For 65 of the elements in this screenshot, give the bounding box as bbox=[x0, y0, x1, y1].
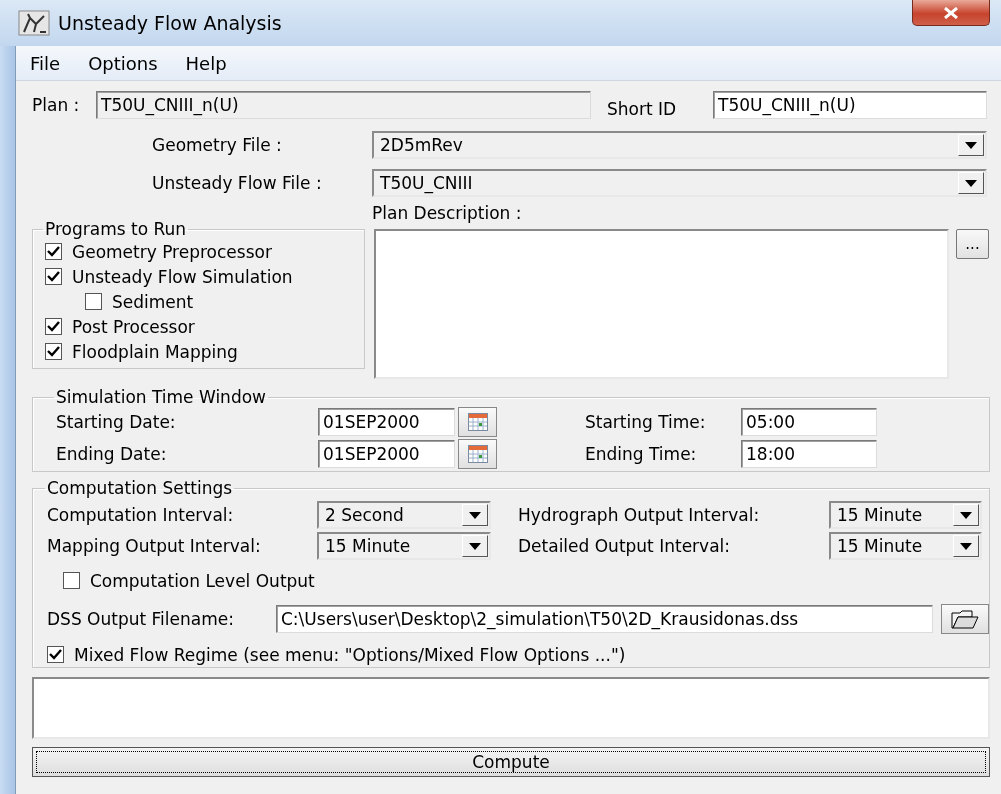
date-field[interactable]: 01SEP2000 bbox=[318, 440, 455, 468]
checkbox[interactable] bbox=[45, 343, 62, 360]
field-label: Starting Time: bbox=[585, 412, 707, 432]
caret-icon bbox=[965, 141, 977, 149]
checkbox-label: Computation Level Output bbox=[90, 570, 315, 591]
dropdown[interactable]: T50U_CNIII bbox=[372, 169, 987, 197]
dropdown[interactable]: 15 Minute bbox=[829, 532, 982, 560]
date-field[interactable]: 01SEP2000 bbox=[318, 408, 455, 436]
folder-icon bbox=[951, 608, 979, 630]
checkbox[interactable] bbox=[63, 572, 80, 589]
caret-icon bbox=[469, 511, 481, 519]
close-icon bbox=[943, 6, 959, 19]
window-title: Unsteady Flow Analysis bbox=[58, 12, 282, 34]
menu-item[interactable]: File bbox=[16, 52, 75, 74]
field-label: Computation Interval: bbox=[47, 505, 235, 525]
menu-item[interactable]: Help bbox=[171, 52, 241, 74]
checkbox[interactable] bbox=[85, 293, 102, 310]
calendar-button[interactable] bbox=[458, 407, 497, 437]
calendar-icon bbox=[467, 413, 488, 431]
group-title: Programs to Run bbox=[44, 219, 188, 239]
field-label: Mapping Output Interval: bbox=[47, 536, 262, 556]
group-title: Computation Settings bbox=[46, 478, 234, 498]
filename-field[interactable]: C:\Users\user\Desktop\2_simulation\T50\2D_Krausidonas.dss bbox=[276, 605, 933, 633]
caret-icon bbox=[960, 511, 972, 519]
time-field[interactable]: 18:00 bbox=[741, 440, 877, 468]
field-label: Detailed Output Interval: bbox=[518, 536, 732, 556]
field-label: Short ID bbox=[607, 98, 678, 119]
group-title: Simulation Time Window bbox=[55, 387, 267, 407]
checkbox-label: Post Processor bbox=[72, 316, 195, 337]
field-label: Ending Date: bbox=[56, 444, 168, 464]
checkbox-label: Sediment bbox=[112, 291, 194, 312]
dropdown[interactable]: 15 Minute bbox=[829, 501, 982, 529]
field-label: Plan : bbox=[32, 95, 81, 115]
field-label: Starting Date: bbox=[56, 412, 177, 432]
calendar-icon bbox=[467, 445, 488, 463]
browse-button[interactable]: ... bbox=[956, 229, 989, 259]
field-label: DSS Output Filename: bbox=[47, 609, 235, 629]
short-id-field[interactable]: T50U_CNIII_n(U) bbox=[713, 91, 987, 119]
calendar-button[interactable] bbox=[458, 439, 497, 469]
field-label: Plan Description : bbox=[372, 203, 523, 225]
dropdown[interactable]: 2 Second bbox=[317, 501, 491, 529]
compute-button[interactable]: Compute bbox=[32, 747, 990, 777]
checkbox[interactable] bbox=[45, 318, 62, 335]
field-label: Hydrograph Output Interval: bbox=[518, 505, 761, 525]
checkbox[interactable] bbox=[47, 646, 64, 663]
folder-button[interactable] bbox=[941, 604, 989, 634]
checkbox-label: Geometry Preprocessor bbox=[72, 241, 272, 262]
checkbox-label: Mixed Flow Regime (see menu: "Options/Mixed Flow Options ...") bbox=[74, 644, 626, 665]
field-label: Geometry File : bbox=[152, 135, 282, 155]
caret-icon bbox=[469, 542, 481, 550]
checkbox[interactable] bbox=[45, 268, 62, 285]
menu-item[interactable]: Options bbox=[74, 52, 172, 74]
close-button[interactable] bbox=[912, 0, 990, 26]
dropdown[interactable]: 2D5mRev bbox=[372, 131, 987, 159]
checkbox[interactable] bbox=[45, 243, 62, 260]
checkbox-label: Floodplain Mapping bbox=[72, 341, 238, 362]
checkbox-label: Unsteady Flow Simulation bbox=[72, 266, 293, 287]
app-icon bbox=[18, 10, 50, 36]
field-label: Unsteady Flow File : bbox=[152, 173, 322, 193]
dropdown[interactable]: 15 Minute bbox=[317, 532, 491, 560]
field-label: Ending Time: bbox=[585, 444, 698, 464]
caret-icon bbox=[960, 542, 972, 550]
description-field[interactable] bbox=[374, 229, 949, 379]
time-field[interactable]: 05:00 bbox=[741, 408, 877, 436]
caret-icon bbox=[965, 179, 977, 187]
